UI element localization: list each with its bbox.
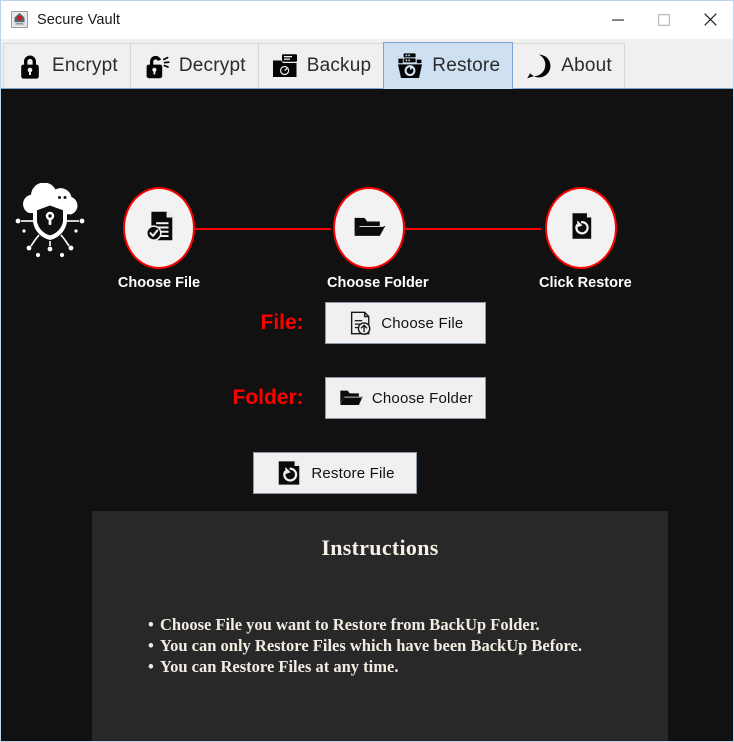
choose-file-button-label: Choose File	[381, 314, 464, 332]
tab-backup[interactable]: Backup	[257, 43, 385, 88]
step-circle-1	[123, 187, 195, 269]
folder-label: Folder:	[232, 386, 304, 409]
restore-file-button-label: Restore File	[311, 464, 395, 482]
tab-label-about: About	[561, 55, 612, 76]
document-check-icon	[140, 207, 178, 250]
instructions-panel: Instructions Choose File you want to Res…	[92, 511, 668, 741]
window-controls	[595, 1, 733, 38]
tab-bar: Encrypt Decrypt Backup Restore About	[1, 39, 733, 89]
window-title: Secure Vault	[37, 11, 121, 28]
tab-restore[interactable]: Restore	[383, 42, 514, 89]
file-row: File: Choose File	[111, 302, 486, 344]
file-label: File:	[260, 311, 304, 334]
folder-row: Folder: Choose Folder	[111, 377, 486, 419]
maximize-button[interactable]	[641, 1, 687, 38]
restore-file-button[interactable]: Restore File	[253, 452, 417, 494]
choose-file-button[interactable]: Choose File	[324, 302, 486, 344]
instructions-list: Choose File you want to Restore from Bac…	[92, 614, 668, 677]
tab-encrypt[interactable]: Encrypt	[3, 43, 131, 88]
tab-label-backup: Backup	[306, 55, 372, 76]
list-item: You can only Restore Files which have be…	[148, 635, 668, 656]
restore-panel: Choose File Choose Folder Click Restore …	[1, 89, 733, 741]
step-circle-3	[545, 187, 617, 269]
list-item: Choose File you want to Restore from Bac…	[148, 614, 668, 635]
open-folder-icon	[338, 385, 364, 411]
tab-decrypt[interactable]: Decrypt	[129, 43, 259, 88]
step-label-2: Choose Folder	[327, 275, 429, 291]
choose-folder-button[interactable]: Choose Folder	[324, 377, 486, 419]
restore-stepper: Choose File Choose Folder Click Restore	[101, 187, 645, 293]
info-bubble-icon	[524, 51, 554, 81]
open-padlock-icon	[142, 51, 172, 81]
step-label-3: Click Restore	[539, 275, 632, 291]
step-connector-2	[389, 228, 541, 230]
step-click-restore: Click Restore	[539, 187, 632, 291]
minimize-icon	[612, 19, 624, 21]
document-upload-icon	[347, 310, 373, 336]
open-folder-icon	[351, 208, 387, 249]
cloud-shield-lock-logo	[9, 182, 91, 265]
step-label-1: Choose File	[117, 275, 201, 291]
step-choose-folder: Choose Folder	[327, 187, 429, 291]
document-restore-icon	[275, 459, 303, 487]
close-icon	[703, 13, 717, 26]
tab-label-decrypt: Decrypt	[178, 55, 246, 76]
close-button[interactable]	[687, 1, 733, 38]
maximize-icon	[658, 13, 670, 26]
app-window: Secure Vault Encrypt Decrypt Backup Rest…	[0, 0, 734, 742]
step-choose-file: Choose File	[117, 187, 201, 291]
step-connector-1	[179, 228, 331, 230]
minimize-button[interactable]	[595, 1, 641, 38]
tab-about[interactable]: About	[512, 43, 625, 88]
closed-padlock-icon	[15, 51, 45, 81]
tab-label-encrypt: Encrypt	[52, 55, 118, 76]
title-bar: Secure Vault	[1, 1, 733, 39]
instructions-title: Instructions	[321, 535, 439, 560]
tab-label-restore: Restore	[432, 54, 501, 76]
step-circle-2	[333, 187, 405, 269]
app-vault-icon	[11, 11, 28, 28]
backup-folder-icon	[270, 51, 300, 81]
choose-folder-button-label: Choose Folder	[371, 389, 473, 407]
restore-server-icon	[395, 51, 425, 81]
list-item: You can Restore Files at any time.	[148, 656, 668, 677]
document-restore-icon	[564, 209, 598, 248]
